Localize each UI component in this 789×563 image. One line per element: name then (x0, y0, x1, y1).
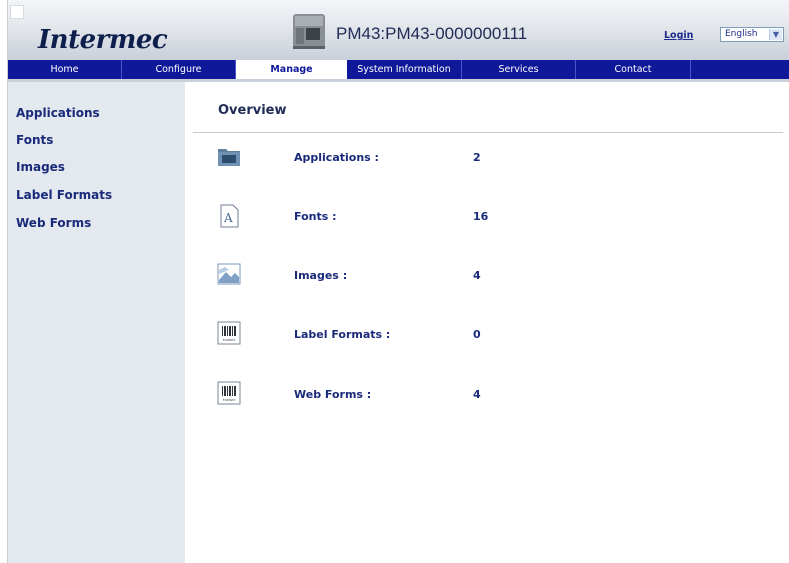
barcode-format-icon: FORMAT (217, 321, 241, 345)
sidebar-item-images[interactable]: Images (16, 160, 65, 174)
overview-web-forms-label[interactable]: Web Forms : (294, 388, 371, 401)
logo-mark-icon (10, 5, 24, 19)
nav-home[interactable]: Home (8, 60, 122, 79)
image-icon (217, 263, 241, 285)
page-title: Overview (218, 103, 287, 118)
nav-services[interactable]: Services (462, 60, 576, 79)
printer-title: PM43:PM43-0000000111 (336, 24, 528, 43)
overview-web-forms-count: 4 (473, 388, 481, 401)
overview-images-count: 4 (473, 269, 481, 282)
nav-configure[interactable]: Configure (122, 60, 236, 79)
overview-applications-label[interactable]: Applications : (294, 151, 379, 164)
main-nav: Home Configure Manage System Information… (8, 60, 789, 82)
nav-manage[interactable]: Manage (236, 60, 347, 79)
header: Intermec PM43:PM43-0000000111 Login Engl… (8, 0, 789, 60)
intermec-logo: Intermec (38, 25, 168, 55)
page-frame: Intermec PM43:PM43-0000000111 Login Engl… (7, 0, 789, 563)
folder-icon (218, 149, 240, 166)
language-select[interactable]: English ▼ (720, 27, 784, 42)
sidebar-item-web-forms[interactable]: Web Forms (16, 216, 91, 230)
font-icon: A (220, 204, 239, 228)
language-value: English (725, 29, 758, 39)
overview-fonts-label[interactable]: Fonts : (294, 210, 337, 223)
login-link[interactable]: Login (664, 30, 693, 41)
format-caption: FORMAT (223, 398, 236, 402)
format-caption: FORMAT (223, 338, 236, 342)
overview-label-formats-count: 0 (473, 328, 481, 341)
overview-applications-count: 2 (473, 151, 481, 164)
sidebar-item-label-formats[interactable]: Label Formats (16, 188, 112, 202)
chevron-down-icon[interactable]: ▼ (769, 29, 782, 40)
sidebar-item-fonts[interactable]: Fonts (16, 133, 53, 147)
svg-text:A: A (223, 211, 233, 225)
barcode-format-icon: FORMAT (217, 381, 241, 405)
overview-fonts-count: 16 (473, 210, 489, 223)
nav-contact[interactable]: Contact (576, 60, 691, 79)
divider (193, 132, 783, 133)
sidebar-item-applications[interactable]: Applications (16, 106, 100, 120)
overview-label-formats-label[interactable]: Label Formats : (294, 328, 390, 341)
printer-icon (293, 14, 325, 49)
nav-system-information[interactable]: System Information (347, 60, 462, 79)
sidebar: Applications Fonts Images Label Formats … (8, 82, 185, 563)
overview-images-label[interactable]: Images : (294, 269, 347, 282)
